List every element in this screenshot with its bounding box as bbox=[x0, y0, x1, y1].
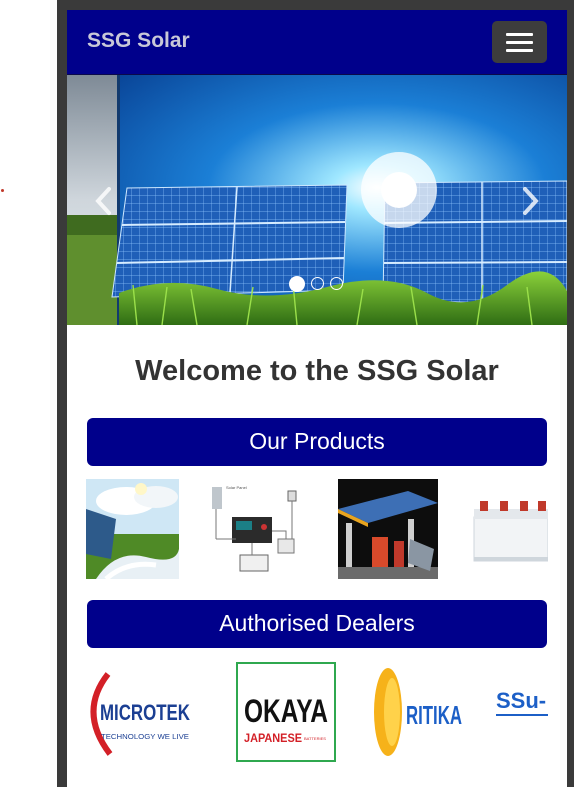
svg-text:OKAYA: OKAYA bbox=[244, 693, 328, 729]
svg-text:TECHNOLOGY WE LIVE: TECHNOLOGY WE LIVE bbox=[101, 734, 189, 741]
carousel-indicator-2[interactable] bbox=[311, 277, 324, 290]
dealer-ssu-logo[interactable]: SSu- bbox=[496, 662, 548, 762]
hamburger-menu-icon[interactable] bbox=[492, 21, 547, 63]
product-charge-controller-image[interactable]: Solar Panel bbox=[206, 479, 306, 579]
products-strip: Solar Panel bbox=[86, 479, 548, 579]
carousel-prev-chevron-left-icon[interactable] bbox=[89, 183, 119, 219]
page: SSG Solar Welcome to the SSG Solar Our P… bbox=[67, 10, 567, 787]
device-frame: SSG Solar Welcome to the SSG Solar Our P… bbox=[57, 0, 574, 787]
carousel-indicators bbox=[289, 275, 343, 292]
dealer-microtek-logo[interactable]: MICROTEK TECHNOLOGY WE LIVE bbox=[86, 662, 206, 762]
navbar: SSG Solar bbox=[67, 10, 567, 75]
svg-text:Solar Panel: Solar Panel bbox=[226, 485, 247, 490]
svg-text:MICROTEK: MICROTEK bbox=[100, 700, 190, 725]
svg-text:JAPANESE: JAPANESE bbox=[244, 731, 302, 745]
stray-dot bbox=[1, 189, 4, 192]
product-battery-image[interactable] bbox=[468, 479, 548, 579]
product-solar-water-pump-image[interactable] bbox=[86, 479, 179, 579]
carousel-indicator-3[interactable] bbox=[330, 277, 343, 290]
hero-carousel bbox=[67, 75, 567, 325]
authorised-dealers-heading: Authorised Dealers bbox=[87, 600, 547, 648]
svg-text:BATTERIES: BATTERIES bbox=[304, 736, 326, 741]
our-products-heading: Our Products bbox=[87, 418, 547, 466]
product-solar-station-image[interactable] bbox=[338, 479, 438, 579]
dealers-strip: MICROTEK TECHNOLOGY WE LIVE OKAYA JAPANE… bbox=[86, 662, 548, 762]
svg-text:RITIKA: RITIKA bbox=[406, 700, 462, 730]
welcome-heading: Welcome to the SSG Solar bbox=[135, 355, 499, 387]
dealer-ritika-logo[interactable]: RITIKA bbox=[366, 662, 476, 762]
svg-text:SSu-: SSu- bbox=[496, 688, 546, 713]
brand-link[interactable]: SSG Solar bbox=[87, 29, 190, 53]
dealer-okaya-logo[interactable]: OKAYA JAPANESE BATTERIES bbox=[236, 662, 336, 762]
carousel-next-chevron-right-icon[interactable] bbox=[515, 183, 545, 219]
carousel-indicator-1[interactable] bbox=[289, 275, 305, 292]
